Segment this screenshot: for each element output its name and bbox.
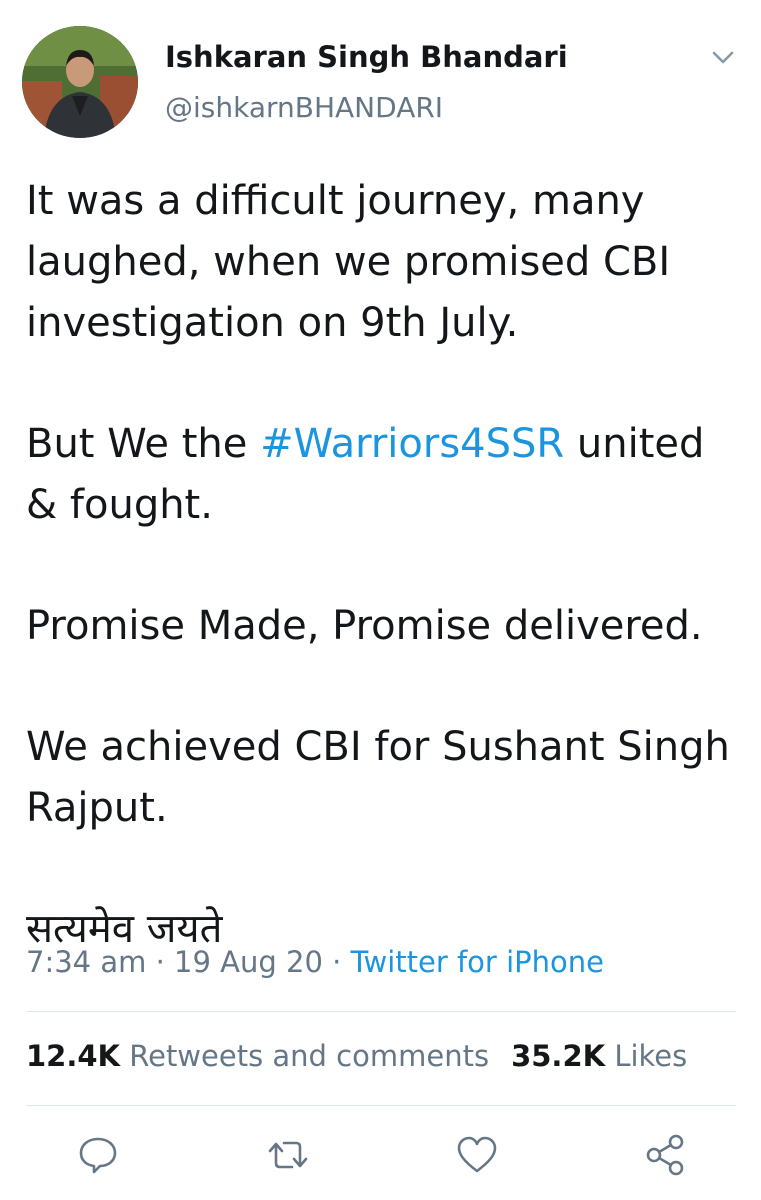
divider [26,1105,736,1106]
likes-count: 35.2K [511,1039,606,1073]
tweet-date[interactable]: 19 Aug 20 [174,945,323,979]
author-handle[interactable]: @ishkarnBHANDARI [165,91,443,124]
share-icon [646,1134,684,1176]
tweet-paragraph: Promise Made, Promise delivered. [26,603,703,649]
share-button[interactable] [643,1133,687,1177]
author-name[interactable]: Ishkaran Singh Bhandari [165,40,568,74]
avatar[interactable] [22,26,138,138]
tweet-stats: 12.4K Retweets and comments 35.2K Likes [26,1039,687,1073]
retweet-button[interactable] [266,1133,310,1177]
profile-photo [22,26,138,138]
retweets-count: 12.4K [26,1039,121,1073]
likes-stat[interactable]: 35.2K Likes [511,1039,687,1073]
heart-icon [457,1136,497,1173]
retweets-label: Retweets and comments [129,1039,490,1073]
like-button[interactable] [455,1133,499,1177]
tweet-text-segment: But We the [26,421,261,467]
tweet-time[interactable]: 7:34 am [26,945,146,979]
retweets-stat[interactable]: 12.4K Retweets and comments [26,1039,489,1073]
divider [26,1011,736,1012]
reply-button[interactable] [76,1133,120,1177]
tweet-meta: 7:34 am · 19 Aug 20 · Twitter for iPhone [26,945,604,979]
chevron-down-icon [712,51,734,64]
reply-icon [79,1137,117,1174]
likes-label: Likes [614,1039,688,1073]
meta-separator: · [146,945,175,979]
tweet-paragraph: We achieved CBI for Sushant Singh Rajput… [26,724,730,831]
tweet-paragraph: But We the #Warriors4SSR united & fought… [26,414,741,536]
tweet-source-link[interactable]: Twitter for iPhone [351,945,604,979]
hashtag-link[interactable]: #Warriors4SSR [260,421,564,467]
retweet-icon [268,1141,308,1169]
more-options-button[interactable] [706,42,740,72]
tweet-text: It was a difficult journey, many laughed… [26,171,741,960]
tweet-paragraph: It was a difficult journey, many laughed… [26,178,671,346]
meta-separator: · [322,945,351,979]
